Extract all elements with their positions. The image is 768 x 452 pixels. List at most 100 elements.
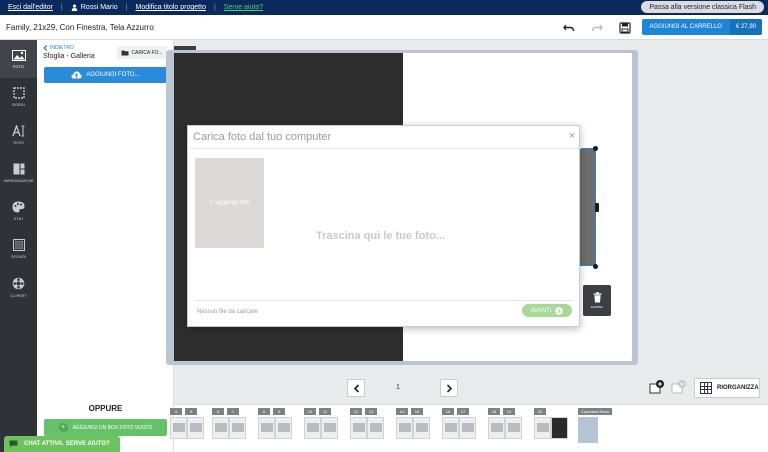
thumb-page [396, 417, 413, 439]
sidebar-item-stili[interactable]: STILI [0, 192, 37, 230]
add-photo-tile[interactable]: + aggiungi foto [195, 158, 264, 248]
flash-version-button[interactable]: Passa alla versione classica Flash [641, 1, 764, 13]
project-title: Family, 21x29, Con Finestra, Tela Azzurr… [6, 22, 154, 32]
page-label: 20 [534, 408, 546, 415]
thumb-page [534, 417, 551, 439]
clipart-icon [12, 277, 25, 289]
load-photos-button[interactable]: CARICA FO... [117, 46, 167, 59]
load-photos-label: CARICA FO... [131, 49, 163, 56]
page-label: 11 [319, 408, 331, 415]
border-icon [12, 87, 25, 99]
exit-editor-link[interactable]: Esci dall'editor [8, 4, 53, 11]
sidebar-item-foto[interactable]: FOTO [0, 40, 37, 78]
trash-icon [593, 292, 601, 303]
panel-title: Sfoglia - Galleria [43, 53, 95, 60]
thumb-page [187, 417, 204, 439]
next-label: AVANTI [530, 307, 552, 314]
add-photos-button[interactable]: AGGIUNGI FOTO... [44, 67, 167, 83]
delete-button[interactable]: ELIMINA [583, 285, 611, 316]
sidebar-item-label: IMPAGINAZIONI [3, 178, 34, 183]
thumb-page [212, 417, 229, 439]
delete-label: ELIMINA [590, 305, 603, 309]
thumb-page [459, 417, 476, 439]
sidebar-item-label: FOTO [12, 63, 25, 69]
user-menu[interactable]: Rossi Mario [71, 4, 118, 11]
page-label: 18 [488, 408, 500, 415]
reorganize-button[interactable]: RIORGANIZZA [694, 378, 760, 398]
page-label: 12 [350, 408, 362, 415]
redo-button[interactable] [588, 19, 606, 37]
remove-page-button[interactable] [670, 378, 688, 396]
add-empty-box-button[interactable]: + AGGIUNGI UN BOX FOTO VUOTO [44, 419, 167, 436]
sidebar-item-impaginazioni[interactable]: IMPAGINAZIONI [0, 154, 37, 192]
dialog-close-button[interactable]: × [569, 130, 575, 142]
sidebar-item-label: CLIPART [10, 292, 27, 298]
save-button[interactable] [616, 19, 634, 37]
thumb-page [488, 417, 505, 439]
page-label: 16 [442, 408, 454, 415]
thumb-page [304, 417, 321, 439]
spread-thumbnail[interactable]: 20 [534, 408, 568, 445]
back-link[interactable]: INDIETRO [43, 45, 74, 51]
add-page-button[interactable] [648, 378, 666, 396]
page-label: 4 [170, 408, 182, 415]
thumb-page [413, 417, 430, 439]
chevron-right-icon [446, 383, 452, 393]
user-name: Rossi Mario [80, 4, 118, 11]
sidebar-item-bordi[interactable]: BORDI [0, 78, 37, 116]
page-label: 7 [227, 408, 239, 415]
previous-page-button[interactable] [347, 379, 365, 397]
cover-image [578, 417, 598, 443]
grid-icon [700, 382, 712, 394]
page-tools [648, 378, 692, 396]
resize-handle[interactable] [593, 264, 598, 269]
help-link[interactable]: Serve aiuto? [224, 4, 263, 11]
undo-icon [563, 24, 575, 32]
add-to-cart-button[interactable]: AGGIUNGI AL CARRELLO € 27,90 [641, 19, 762, 35]
cart-price: € 27,90 [729, 19, 762, 35]
separator: | [60, 4, 63, 11]
upload-status: Nessun file da caricare [197, 309, 259, 315]
chat-button[interactable]: CHAT ATTIVA. SERVE AIUTO? [4, 436, 120, 452]
background-icon [12, 239, 25, 251]
back-label: INDIETRO [50, 45, 74, 51]
thumb-page [170, 417, 187, 439]
cloud-upload-icon [71, 71, 82, 79]
save-icon [619, 22, 631, 34]
spread-thumbnail[interactable]: 89 [258, 408, 292, 445]
spread-thumbnail[interactable]: 18 19 [488, 408, 522, 445]
spread-thumbnail[interactable]: 45 [170, 408, 204, 445]
dialog-title: Carica foto dal tuo computer [193, 131, 332, 143]
spread-thumbnail[interactable]: 16 17 [442, 408, 476, 445]
spread-thumbnail[interactable]: 10 11 [304, 408, 338, 445]
reorganize-label: RIORGANIZZA [717, 385, 759, 391]
sidebar-item-testi[interactable]: TESTI [0, 116, 37, 154]
back-cover-thumbnail[interactable]: Copertina Retro [578, 408, 613, 443]
spread-thumbnail[interactable]: 12 13 [350, 408, 384, 445]
spread-thumbnail[interactable]: 67 [212, 408, 246, 445]
top-bar: Esci dall'editor | Rossi Mario | Modific… [0, 0, 768, 15]
chevron-right-icon [555, 306, 564, 315]
spread-thumbnail[interactable]: 14 15 [396, 408, 430, 445]
text-icon [11, 125, 24, 137]
sidebar-item-clipart[interactable]: CLIPART [0, 268, 37, 306]
page-label: 15 [411, 408, 423, 415]
divider [195, 300, 574, 301]
next-page-button[interactable] [440, 379, 458, 397]
undo-button[interactable] [560, 19, 578, 37]
chat-icon [9, 440, 18, 448]
thumb-page [551, 417, 568, 439]
resize-handle[interactable] [593, 146, 598, 151]
resize-handle[interactable] [595, 203, 599, 212]
sidebar-item-sfondi[interactable]: SFONDI [0, 230, 37, 268]
tool-sidebar: FOTO BORDI TESTI IMPAGINAZIONI STILI SFO… [0, 40, 37, 452]
redo-icon [591, 24, 603, 32]
thumb-page [321, 417, 338, 439]
chat-label: CHAT ATTIVA. SERVE AIUTO? [24, 441, 110, 447]
next-button[interactable]: AVANTI [522, 304, 572, 317]
thumb-page [350, 417, 367, 439]
thumb-page [229, 417, 246, 439]
add-to-cart-label: AGGIUNGI AL CARRELLO [649, 24, 722, 30]
edit-title-link[interactable]: Modifica titolo progetto [136, 4, 206, 11]
thumbnail-strip: 45 67 89 10 11 12 13 14 15 16 17 18 19 20 Cop… [170, 404, 768, 452]
